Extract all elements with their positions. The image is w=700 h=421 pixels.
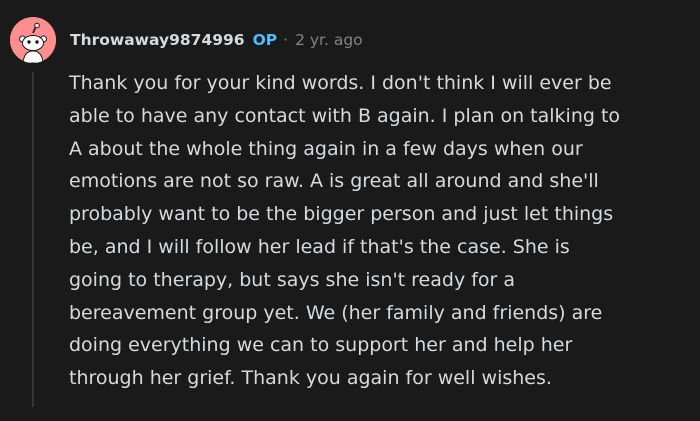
comment-meta: Throwaway9874996 OP · 2 yr. ago	[70, 29, 363, 51]
user-avatar-icon[interactable]	[10, 17, 56, 63]
comment-body-line: emotions are not so raw. A is great all …	[69, 170, 599, 193]
comment-body-line: bereavement group yet. We (her family an…	[69, 301, 603, 324]
op-badge: OP	[252, 31, 278, 49]
comment-body-line: be, and I will follow her lead if that's…	[69, 235, 570, 258]
comment-body-line: through her grief. Thank you again for w…	[69, 367, 552, 390]
thread-line[interactable]	[32, 72, 34, 407]
snoo-avatar-icon	[10, 17, 56, 63]
comment-body-line: probably want to be the bigger person an…	[69, 203, 614, 226]
comment-body: Thank you for your kind words. I don't t…	[69, 67, 697, 395]
comment-body-line: A about the whole thing again in a few d…	[69, 137, 583, 160]
comment-body-line: doing everything we can to support her a…	[69, 334, 573, 357]
comment-timestamp[interactable]: 2 yr. ago	[295, 31, 363, 49]
comment-body-line: able to have any contact with B again. I…	[69, 104, 621, 127]
comment: Throwaway9874996 OP · 2 yr. ago Thank yo…	[0, 0, 700, 421]
author-username[interactable]: Throwaway9874996	[70, 31, 245, 49]
comment-body-line: Thank you for your kind words. I don't t…	[69, 72, 612, 94]
meta-separator: ·	[283, 31, 289, 49]
comment-body-line: going to therapy, but says she isn't rea…	[69, 268, 516, 291]
